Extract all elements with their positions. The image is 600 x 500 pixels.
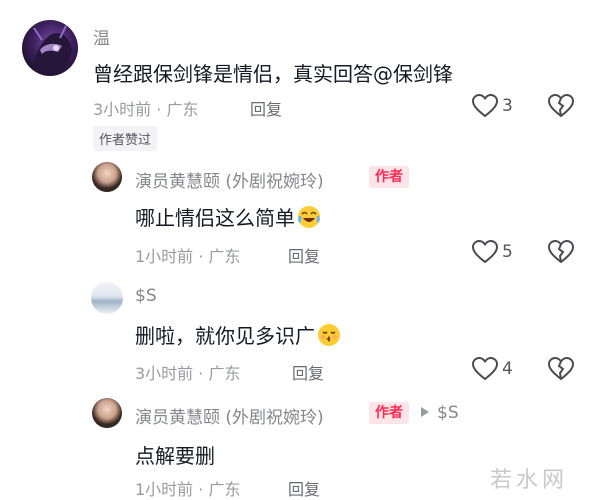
reply-text: 删啦，就你见多识广 bbox=[135, 320, 341, 349]
reply-username[interactable]: $S bbox=[135, 286, 157, 306]
comment-timestamp-location: 3小时前 · 广东 bbox=[93, 100, 199, 119]
comment-username[interactable]: 温 bbox=[93, 24, 110, 49]
reply-button[interactable]: 回复 bbox=[288, 243, 320, 267]
user-avatar[interactable] bbox=[91, 282, 123, 314]
broken-heart-icon[interactable] bbox=[548, 240, 574, 264]
triangle-right-icon bbox=[421, 407, 429, 417]
broken-heart-icon[interactable] bbox=[548, 357, 574, 381]
heart-outline-icon[interactable] bbox=[472, 240, 498, 264]
reply-text: 点解要删 bbox=[135, 444, 215, 468]
heart-outline-icon[interactable] bbox=[472, 357, 498, 381]
reply-timestamp-location: 1小时前 · 广东 bbox=[135, 247, 241, 266]
reply-to-username[interactable]: $S bbox=[437, 403, 459, 423]
reply-timestamp-location: 1小时前 · 广东 bbox=[135, 480, 241, 499]
comment-text: 曾经跟保剑锋是情侣，真实回答@保剑锋 bbox=[93, 62, 453, 86]
author-avatar[interactable] bbox=[92, 398, 122, 428]
heart-outline-icon[interactable] bbox=[472, 94, 498, 118]
author-badge: 作者 bbox=[369, 402, 409, 424]
like-count: 4 bbox=[502, 359, 513, 379]
like-count: 5 bbox=[502, 242, 513, 262]
broken-heart-icon[interactable] bbox=[548, 94, 574, 118]
reply-timestamp-location: 3小时前 · 广东 bbox=[135, 364, 241, 383]
site-watermark: 若水网 bbox=[490, 468, 569, 493]
author-avatar[interactable] bbox=[92, 162, 122, 192]
crying-laughing-emoji-icon bbox=[297, 205, 321, 229]
reply-text: 哪止情侣这么简单 bbox=[135, 202, 321, 231]
reply-username[interactable]: 演员黄慧颐 (外剧祝婉玲) bbox=[135, 403, 324, 428]
like-count: 3 bbox=[502, 96, 513, 116]
user-avatar[interactable] bbox=[22, 20, 78, 76]
reply-button[interactable]: 回复 bbox=[292, 360, 324, 384]
author-badge: 作者 bbox=[369, 166, 409, 188]
author-liked-badge: 作者赞过 bbox=[93, 126, 158, 151]
kissing-emoji-icon bbox=[317, 323, 341, 347]
reply-username[interactable]: 演员黄慧颐 (外剧祝婉玲) bbox=[135, 167, 324, 192]
reply-button[interactable]: 回复 bbox=[288, 476, 320, 500]
reply-button[interactable]: 回复 bbox=[250, 96, 282, 120]
